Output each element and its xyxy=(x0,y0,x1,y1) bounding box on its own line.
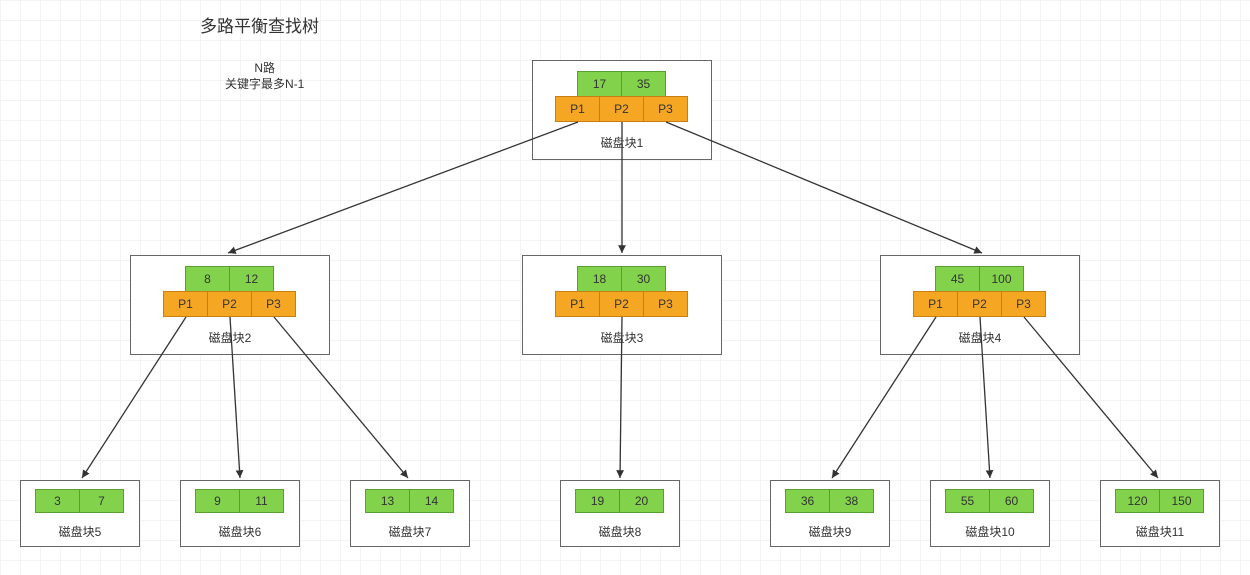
disk-block-2: 8 12 P1 P2 P3 磁盘块2 xyxy=(130,255,330,355)
block-label: 磁盘块2 xyxy=(131,329,329,346)
block-label: 磁盘块3 xyxy=(523,329,721,346)
keys-row: 9 11 xyxy=(181,489,299,513)
pointer-cell: P1 xyxy=(913,291,958,317)
pointer-cell: P2 xyxy=(207,291,252,317)
diagram-canvas: 多路平衡查找树 N路 关键字最多N-1 17 35 P1 P2 P3 磁盘块1 … xyxy=(0,0,1250,575)
block-label: 磁盘块11 xyxy=(1101,523,1219,540)
block-label: 磁盘块5 xyxy=(21,523,139,540)
key-cell: 9 xyxy=(195,489,240,513)
key-cell: 38 xyxy=(829,489,874,513)
key-cell: 35 xyxy=(621,71,666,97)
pointer-cell: P2 xyxy=(599,291,644,317)
diagram-note: N路 关键字最多N-1 xyxy=(225,60,304,92)
keys-row: 120 150 xyxy=(1101,489,1219,513)
block-label: 磁盘块7 xyxy=(351,523,469,540)
pointer-cell: P3 xyxy=(251,291,296,317)
key-cell: 60 xyxy=(989,489,1034,513)
disk-block-9: 36 38 磁盘块9 xyxy=(770,480,890,547)
key-cell: 30 xyxy=(621,266,666,292)
disk-block-10: 55 60 磁盘块10 xyxy=(930,480,1050,547)
pointer-cell: P2 xyxy=(599,96,644,122)
keys-row: 55 60 xyxy=(931,489,1049,513)
key-cell: 18 xyxy=(577,266,622,292)
diagram-title: 多路平衡查找树 xyxy=(200,12,319,37)
note-line-2: 关键字最多N-1 xyxy=(225,76,304,92)
block-label: 磁盘块1 xyxy=(533,134,711,151)
key-cell: 150 xyxy=(1159,489,1204,513)
key-cell: 55 xyxy=(945,489,990,513)
key-cell: 11 xyxy=(239,489,284,513)
disk-block-8: 19 20 磁盘块8 xyxy=(560,480,680,547)
pointer-cell: P1 xyxy=(163,291,208,317)
keys-row: 13 14 xyxy=(351,489,469,513)
key-cell: 36 xyxy=(785,489,830,513)
disk-block-7: 13 14 磁盘块7 xyxy=(350,480,470,547)
key-cell: 8 xyxy=(185,266,230,292)
disk-block-6: 9 11 磁盘块6 xyxy=(180,480,300,547)
keys-row: 8 12 xyxy=(131,266,329,292)
pointer-row: P1 P2 P3 xyxy=(881,291,1079,317)
pointer-cell: P1 xyxy=(555,96,600,122)
keys-row: 36 38 xyxy=(771,489,889,513)
disk-block-5: 3 7 磁盘块5 xyxy=(20,480,140,547)
pointer-cell: P3 xyxy=(643,96,688,122)
pointer-row: P1 P2 P3 xyxy=(523,291,721,317)
pointer-cell: P2 xyxy=(957,291,1002,317)
keys-row: 17 35 xyxy=(533,71,711,97)
key-cell: 20 xyxy=(619,489,664,513)
keys-row: 19 20 xyxy=(561,489,679,513)
key-cell: 12 xyxy=(229,266,274,292)
pointer-cell: P3 xyxy=(643,291,688,317)
block-label: 磁盘块9 xyxy=(771,523,889,540)
disk-block-3: 18 30 P1 P2 P3 磁盘块3 xyxy=(522,255,722,355)
pointer-row: P1 P2 P3 xyxy=(131,291,329,317)
key-cell: 13 xyxy=(365,489,410,513)
block-label: 磁盘块4 xyxy=(881,329,1079,346)
disk-block-4: 45 100 P1 P2 P3 磁盘块4 xyxy=(880,255,1080,355)
key-cell: 100 xyxy=(979,266,1024,292)
block-label: 磁盘块6 xyxy=(181,523,299,540)
note-line-1: N路 xyxy=(225,60,304,76)
block-label: 磁盘块8 xyxy=(561,523,679,540)
key-cell: 17 xyxy=(577,71,622,97)
pointer-cell: P1 xyxy=(555,291,600,317)
disk-block-11: 120 150 磁盘块11 xyxy=(1100,480,1220,547)
key-cell: 45 xyxy=(935,266,980,292)
key-cell: 3 xyxy=(35,489,80,513)
block-label: 磁盘块10 xyxy=(931,523,1049,540)
keys-row: 3 7 xyxy=(21,489,139,513)
key-cell: 14 xyxy=(409,489,454,513)
disk-block-1: 17 35 P1 P2 P3 磁盘块1 xyxy=(532,60,712,160)
key-cell: 7 xyxy=(79,489,124,513)
pointer-row: P1 P2 P3 xyxy=(533,96,711,122)
pointer-cell: P3 xyxy=(1001,291,1046,317)
key-cell: 120 xyxy=(1115,489,1160,513)
keys-row: 18 30 xyxy=(523,266,721,292)
keys-row: 45 100 xyxy=(881,266,1079,292)
key-cell: 19 xyxy=(575,489,620,513)
